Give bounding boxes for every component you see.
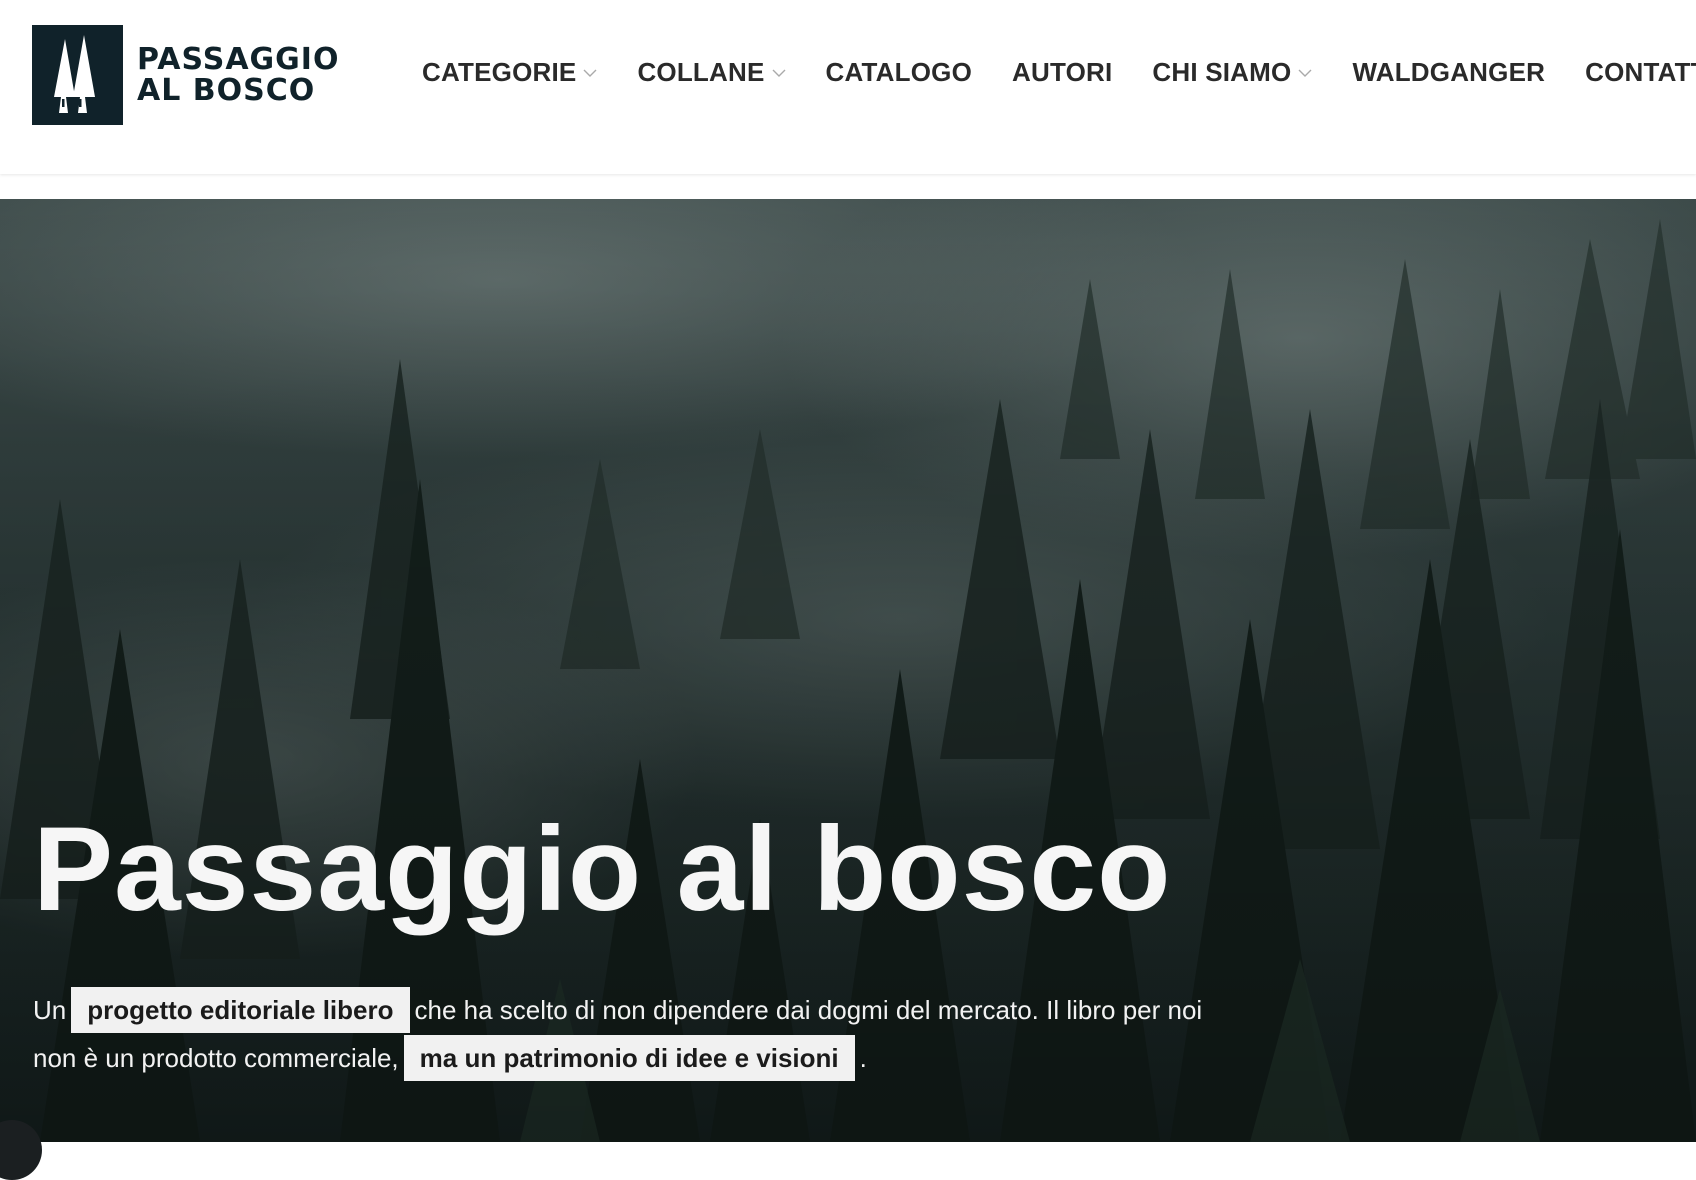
nav-item-chi-siamo[interactable]: CHI SIAMO (1152, 57, 1312, 88)
hero-highlight-patrimonio: ma un patrimonio di idee e visioni (403, 1035, 855, 1081)
nav-item-label: CATEGORIE (422, 56, 577, 87)
hero-section: Passaggio al bosco Un progetto editoriale… (0, 199, 1696, 1142)
main-nav: CATEGORIE COLLANE CATALOGO AUTORI CHI SI… (422, 52, 1696, 92)
nav-item-label: COLLANE (637, 56, 765, 87)
nav-item-label: CATALOGO (825, 56, 973, 87)
hero-description: Un progetto editoriale libero che ha scelt… (33, 986, 1233, 1082)
nav-item-contatti[interactable]: CONTATTI (1585, 57, 1696, 88)
brand-wordmark: PASSAGGIO AL BOSCO (137, 44, 339, 106)
hero-text-post: . (859, 1043, 867, 1073)
hero-text-pre: Un (33, 995, 67, 1025)
brand-line-1: PASSAGGIO (137, 42, 340, 77)
site-header: PASSAGGIO AL BOSCO CATEGORIE COLLANE CAT… (0, 0, 1696, 174)
trees-logo-icon (32, 25, 123, 125)
nav-item-waldganger[interactable]: WALDGANGER (1352, 57, 1545, 88)
chevron-down-icon (1298, 69, 1312, 77)
nav-item-label: WALDGANGER (1352, 56, 1546, 87)
hero-highlight-libero: progetto editoriale libero (71, 987, 410, 1033)
chevron-down-icon (583, 69, 597, 77)
nav-item-label: CONTATTI (1585, 56, 1696, 87)
chevron-down-icon (772, 69, 785, 77)
hero-title: Passaggio al bosco (33, 802, 1172, 936)
nav-item-label: CHI SIAMO (1152, 56, 1292, 87)
nav-item-catalogo[interactable]: CATALOGO (826, 57, 973, 88)
nav-item-categorie[interactable]: CATEGORIE (422, 57, 597, 88)
nav-item-autori[interactable]: AUTORI (1012, 57, 1112, 88)
nav-item-collane[interactable]: COLLANE (637, 57, 785, 88)
brand-line-2: AL BOSCO (137, 73, 316, 108)
site-logo[interactable]: PASSAGGIO AL BOSCO (32, 25, 339, 125)
nav-item-label: AUTORI (1012, 56, 1113, 87)
